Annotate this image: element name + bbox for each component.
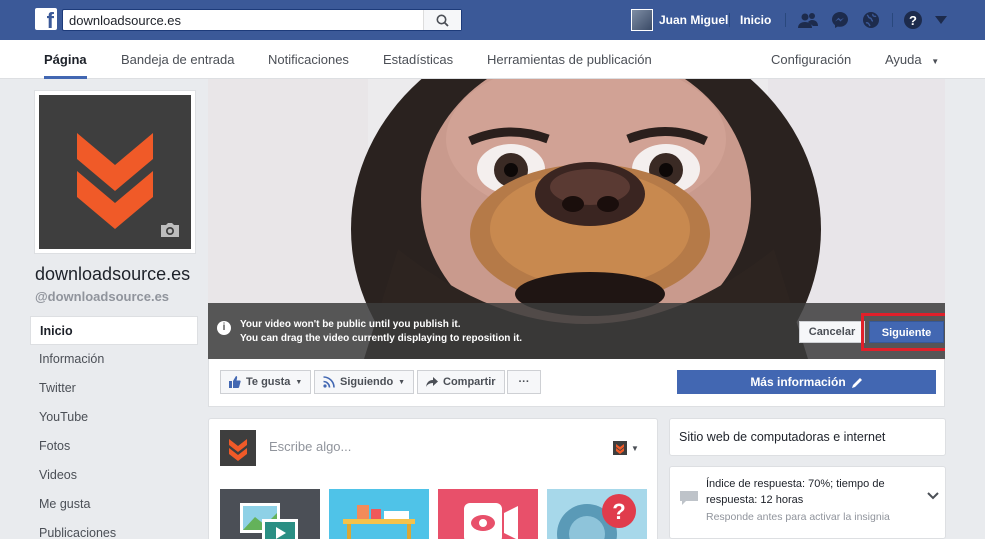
- offer-tile[interactable]: [329, 489, 429, 539]
- caret-down-icon: ▼: [398, 378, 406, 386]
- tab-estadisticas[interactable]: Estadísticas: [383, 40, 453, 79]
- tab-herramientas-de-publicacion[interactable]: Herramientas de publicación: [487, 40, 652, 79]
- photo-video-icon: [240, 503, 298, 539]
- cover-video[interactable]: i Your video won't be public until you p…: [208, 79, 945, 359]
- like-button[interactable]: Te gusta ▼: [220, 370, 312, 394]
- tab-pagina[interactable]: Página: [44, 40, 87, 79]
- caret-down-icon: ▼: [931, 57, 940, 66]
- page-handle[interactable]: @downloadsource.es: [35, 289, 169, 304]
- globe-icon[interactable]: [860, 10, 882, 30]
- live-video-tile[interactable]: [438, 489, 538, 539]
- search-input[interactable]: [63, 10, 423, 30]
- highlight-box: Siguiente: [861, 313, 945, 351]
- caret-down-icon: ▼: [295, 378, 303, 386]
- facebook-logo[interactable]: f: [35, 8, 57, 33]
- table-offer-icon: [343, 505, 415, 539]
- sidebar-item-fotos[interactable]: Fotos: [30, 432, 198, 461]
- chevron-down-icon[interactable]: [927, 489, 939, 503]
- rss-icon: [323, 376, 335, 388]
- svg-text:?: ?: [612, 499, 625, 524]
- page-side-navigation: Inicio Información Twitter YouTube Fotos…: [30, 316, 198, 539]
- chat-bubble-icon: [680, 491, 698, 508]
- avatar: [220, 430, 256, 466]
- notice-text-line2: You can drag the video currently display…: [240, 333, 523, 344]
- notice-text-line1: Your video won't be public until you pub…: [240, 319, 461, 330]
- post-as-selector[interactable]: ▼: [613, 441, 639, 455]
- like-label: Te gusta: [246, 376, 291, 388]
- about-card: Sitio web de computadoras e internet: [669, 418, 946, 456]
- page-description: Sitio web de computadoras e internet: [679, 430, 886, 444]
- share-label: Compartir: [443, 376, 496, 388]
- help-icon[interactable]: ?: [902, 10, 924, 30]
- following-label: Siguiendo: [340, 376, 394, 388]
- sidebar-item-publicaciones[interactable]: Publicaciones: [30, 519, 198, 539]
- response-rate-card[interactable]: Índice de respuesta: 70%; tiempo de resp…: [669, 466, 946, 539]
- composer-input[interactable]: Escribe algo...: [269, 439, 351, 454]
- sidebar-item-youtube[interactable]: YouTube: [30, 403, 198, 432]
- avatar: [631, 9, 653, 31]
- question-tile[interactable]: ?: [547, 489, 647, 539]
- more-dots-icon: ···: [518, 376, 530, 388]
- page-avatar-icon: [613, 441, 627, 455]
- camera-icon[interactable]: [159, 222, 181, 241]
- home-link[interactable]: Inicio: [740, 13, 771, 27]
- following-button[interactable]: Siguiendo ▼: [314, 370, 415, 394]
- more-info-label: Más información: [750, 375, 846, 389]
- info-icon: i: [217, 321, 231, 335]
- settings-link[interactable]: Configuración: [771, 40, 851, 79]
- brand-logo: [39, 95, 191, 249]
- video-camera-icon: [464, 503, 518, 539]
- sidebar-item-informacion[interactable]: Información: [30, 345, 198, 374]
- help-menu-label: Ayuda: [885, 52, 922, 67]
- share-button[interactable]: Compartir: [417, 370, 505, 394]
- thumbs-up-icon: [229, 376, 241, 388]
- response-badge-hint: Responde antes para activar la insignia: [706, 511, 890, 523]
- divider: [729, 13, 730, 27]
- messenger-icon[interactable]: [829, 10, 851, 30]
- sidebar-item-twitter[interactable]: Twitter: [30, 374, 198, 403]
- search-button[interactable]: [423, 10, 461, 30]
- chevron-logo-icon: [229, 439, 247, 461]
- page-title[interactable]: downloadsource.es: [35, 264, 190, 285]
- tab-notificaciones[interactable]: Notificaciones: [268, 40, 349, 79]
- help-menu[interactable]: Ayuda ▼: [885, 40, 939, 79]
- caret-down-icon[interactable]: [930, 10, 952, 30]
- video-notice-bar: i Your video won't be public until you p…: [208, 303, 945, 359]
- more-options-button[interactable]: ···: [507, 370, 541, 394]
- page-navigation: Página Bandeja de entrada Notificaciones…: [0, 40, 985, 79]
- pencil-icon: [851, 377, 862, 388]
- share-arrow-icon: [426, 376, 438, 387]
- page-action-bar: Te gusta ▼ Siguiendo ▼ Compartir ··· Más…: [208, 359, 945, 407]
- response-rate-text: Índice de respuesta: 70%; tiempo de resp…: [706, 478, 885, 506]
- svg-text:?: ?: [909, 13, 917, 28]
- photo-video-tile[interactable]: [220, 489, 320, 539]
- user-name: Juan Miguel: [659, 13, 729, 27]
- friends-icon[interactable]: [797, 10, 819, 30]
- sidebar-item-videos[interactable]: Videos: [30, 461, 198, 490]
- divider: [892, 13, 893, 27]
- search-box: [62, 9, 462, 31]
- next-button[interactable]: Siguiente: [869, 321, 944, 343]
- search-icon: [436, 14, 449, 27]
- caret-down-icon: ▼: [631, 443, 639, 453]
- divider: [785, 13, 786, 27]
- more-info-button[interactable]: Más información: [677, 370, 936, 394]
- sidebar-item-me-gusta[interactable]: Me gusta: [30, 490, 198, 519]
- user-profile-link[interactable]: Juan Miguel: [631, 9, 728, 31]
- sidebar-item-inicio[interactable]: Inicio: [30, 316, 198, 345]
- question-icon: ?: [557, 494, 636, 539]
- facebook-logo-letter: f: [46, 8, 54, 33]
- cancel-button[interactable]: Cancelar: [799, 321, 865, 343]
- profile-picture[interactable]: [34, 90, 196, 254]
- post-composer: Escribe algo... ▼ ?: [208, 418, 658, 539]
- tab-bandeja-de-entrada[interactable]: Bandeja de entrada: [121, 40, 234, 79]
- top-navigation-bar: f Juan Miguel Inicio ?: [0, 0, 985, 40]
